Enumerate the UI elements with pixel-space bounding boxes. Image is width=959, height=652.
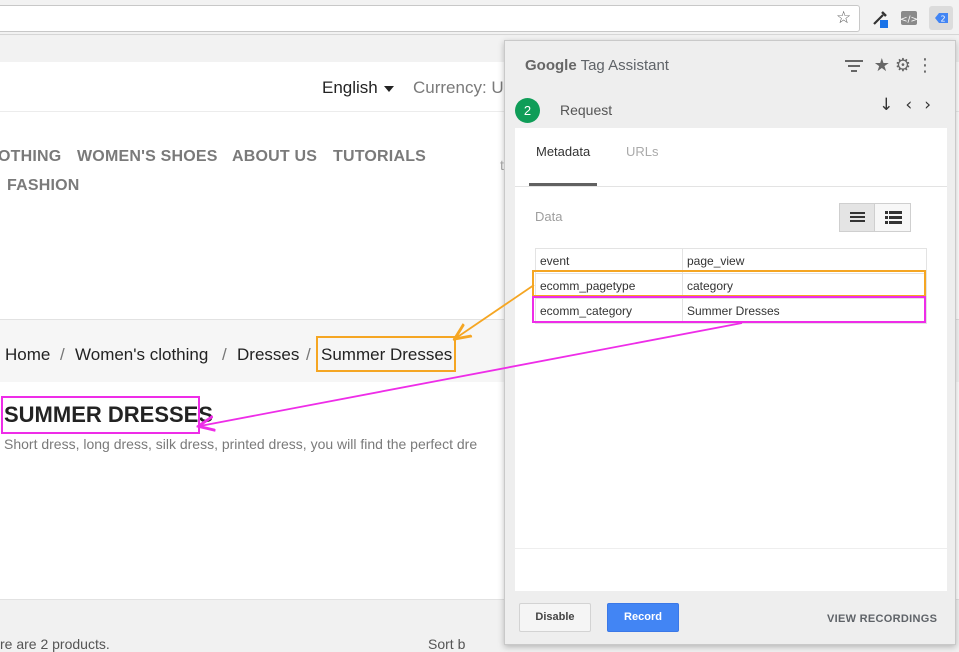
filter-icon[interactable] <box>844 55 874 76</box>
currency-selector[interactable]: Currency: US <box>413 78 515 98</box>
more-icon[interactable]: ⋮ <box>916 55 939 76</box>
request-label: Request <box>560 102 613 118</box>
view-toggle <box>839 203 911 232</box>
title-text: Tag Assistant <box>580 57 669 74</box>
request-number-badge: 2 <box>515 98 540 123</box>
disable-button[interactable]: Disable <box>519 603 591 632</box>
tab-urls[interactable]: URLs <box>626 144 659 159</box>
card-divider <box>515 548 947 549</box>
chevron-right-icon[interactable]: › <box>924 95 943 115</box>
breadcrumb-home[interactable]: Home <box>5 345 50 365</box>
svg-text:2: 2 <box>940 15 945 24</box>
request-navigation: ↓‹› <box>879 95 943 115</box>
data-section-label: Data <box>535 209 563 224</box>
product-count: re are 2 products. <box>0 636 110 652</box>
bookmark-star-icon[interactable]: ☆ <box>836 8 851 28</box>
tag-assistant-popup: Google Tag Assistant ★⚙⋮ 2 Request ↓‹› M… <box>504 40 956 645</box>
browser-toolbar: ☆ </> 2 <box>0 0 959 35</box>
header-actions: ★⚙⋮ <box>844 55 939 76</box>
menu-womens-shoes[interactable]: WOMEN'S SHOES <box>77 148 218 166</box>
menu-fashion[interactable]: FASHION <box>7 177 80 195</box>
highlight-category-title <box>1 396 200 434</box>
star-icon[interactable]: ★ <box>874 55 895 76</box>
tag-assistant-icon[interactable]: 2 <box>929 6 953 30</box>
menu-clothing[interactable]: OTHING <box>0 148 61 166</box>
breadcrumb-womens-clothing[interactable]: Women's clothing <box>75 345 208 365</box>
breadcrumb-separator: / <box>222 345 227 364</box>
tab-divider <box>515 186 947 187</box>
request-detail-card: Metadata URLs Data event page_view ecomm_… <box>515 128 947 591</box>
google-wordmark: Google <box>525 57 577 74</box>
language-selector[interactable]: English <box>322 78 394 98</box>
breadcrumb-separator: / <box>306 345 311 364</box>
highlight-breadcrumb <box>316 336 456 372</box>
eyedropper-icon[interactable] <box>870 8 890 28</box>
popup-title: Google Tag Assistant <box>525 57 669 74</box>
code-view-icon[interactable]: </> <box>899 8 919 28</box>
language-label: English <box>322 78 378 97</box>
highlight-category-row <box>532 296 926 323</box>
svg-text:</>: </> <box>900 15 918 25</box>
menu-about-us[interactable]: ABOUT US <box>232 148 317 166</box>
gear-icon[interactable]: ⚙ <box>895 55 916 76</box>
list-view-icon[interactable] <box>840 204 875 231</box>
address-bar[interactable] <box>0 5 860 32</box>
sort-by-label[interactable]: Sort b <box>428 636 465 652</box>
detail-view-icon[interactable] <box>876 204 911 231</box>
breadcrumb-separator: / <box>60 345 65 364</box>
tab-metadata[interactable]: Metadata <box>536 144 590 159</box>
view-recordings-link[interactable]: VIEW RECORDINGS <box>827 613 937 625</box>
breadcrumb-dresses[interactable]: Dresses <box>237 345 299 365</box>
chevron-left-icon[interactable]: ‹ <box>905 95 924 115</box>
caret-down-icon <box>383 85 394 92</box>
record-button[interactable]: Record <box>607 603 679 632</box>
category-description: Short dress, long dress, silk dress, pri… <box>4 436 478 452</box>
highlight-pagetype-row <box>532 270 926 297</box>
menu-tutorials[interactable]: TUTORIALS <box>333 148 426 166</box>
arrow-down-icon[interactable]: ↓ <box>879 95 905 115</box>
